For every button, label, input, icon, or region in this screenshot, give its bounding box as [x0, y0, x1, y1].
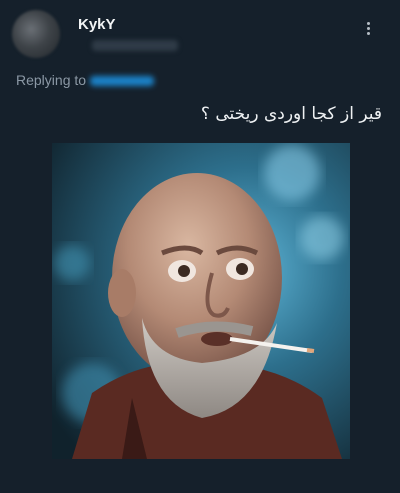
meme-photo-illustration [52, 143, 350, 459]
tweet-card: KykY Replying to قیر از کجا اوردی ریختی … [0, 0, 400, 493]
more-options-button[interactable] [360, 20, 376, 42]
more-vertical-icon [360, 22, 376, 35]
author-name[interactable]: KykY [78, 16, 116, 33]
author-handle-blurred[interactable] [92, 40, 178, 51]
replying-to-label: Replying to [16, 72, 87, 88]
tweet-image[interactable] [52, 143, 350, 459]
tweet-text: قیر از کجا اوردی ریختی ؟ [200, 104, 382, 124]
avatar[interactable] [12, 10, 60, 58]
replying-to-line: Replying to [16, 72, 155, 88]
tweet-header: KykY [12, 10, 388, 60]
reply-target-link-blurred[interactable] [90, 76, 155, 87]
